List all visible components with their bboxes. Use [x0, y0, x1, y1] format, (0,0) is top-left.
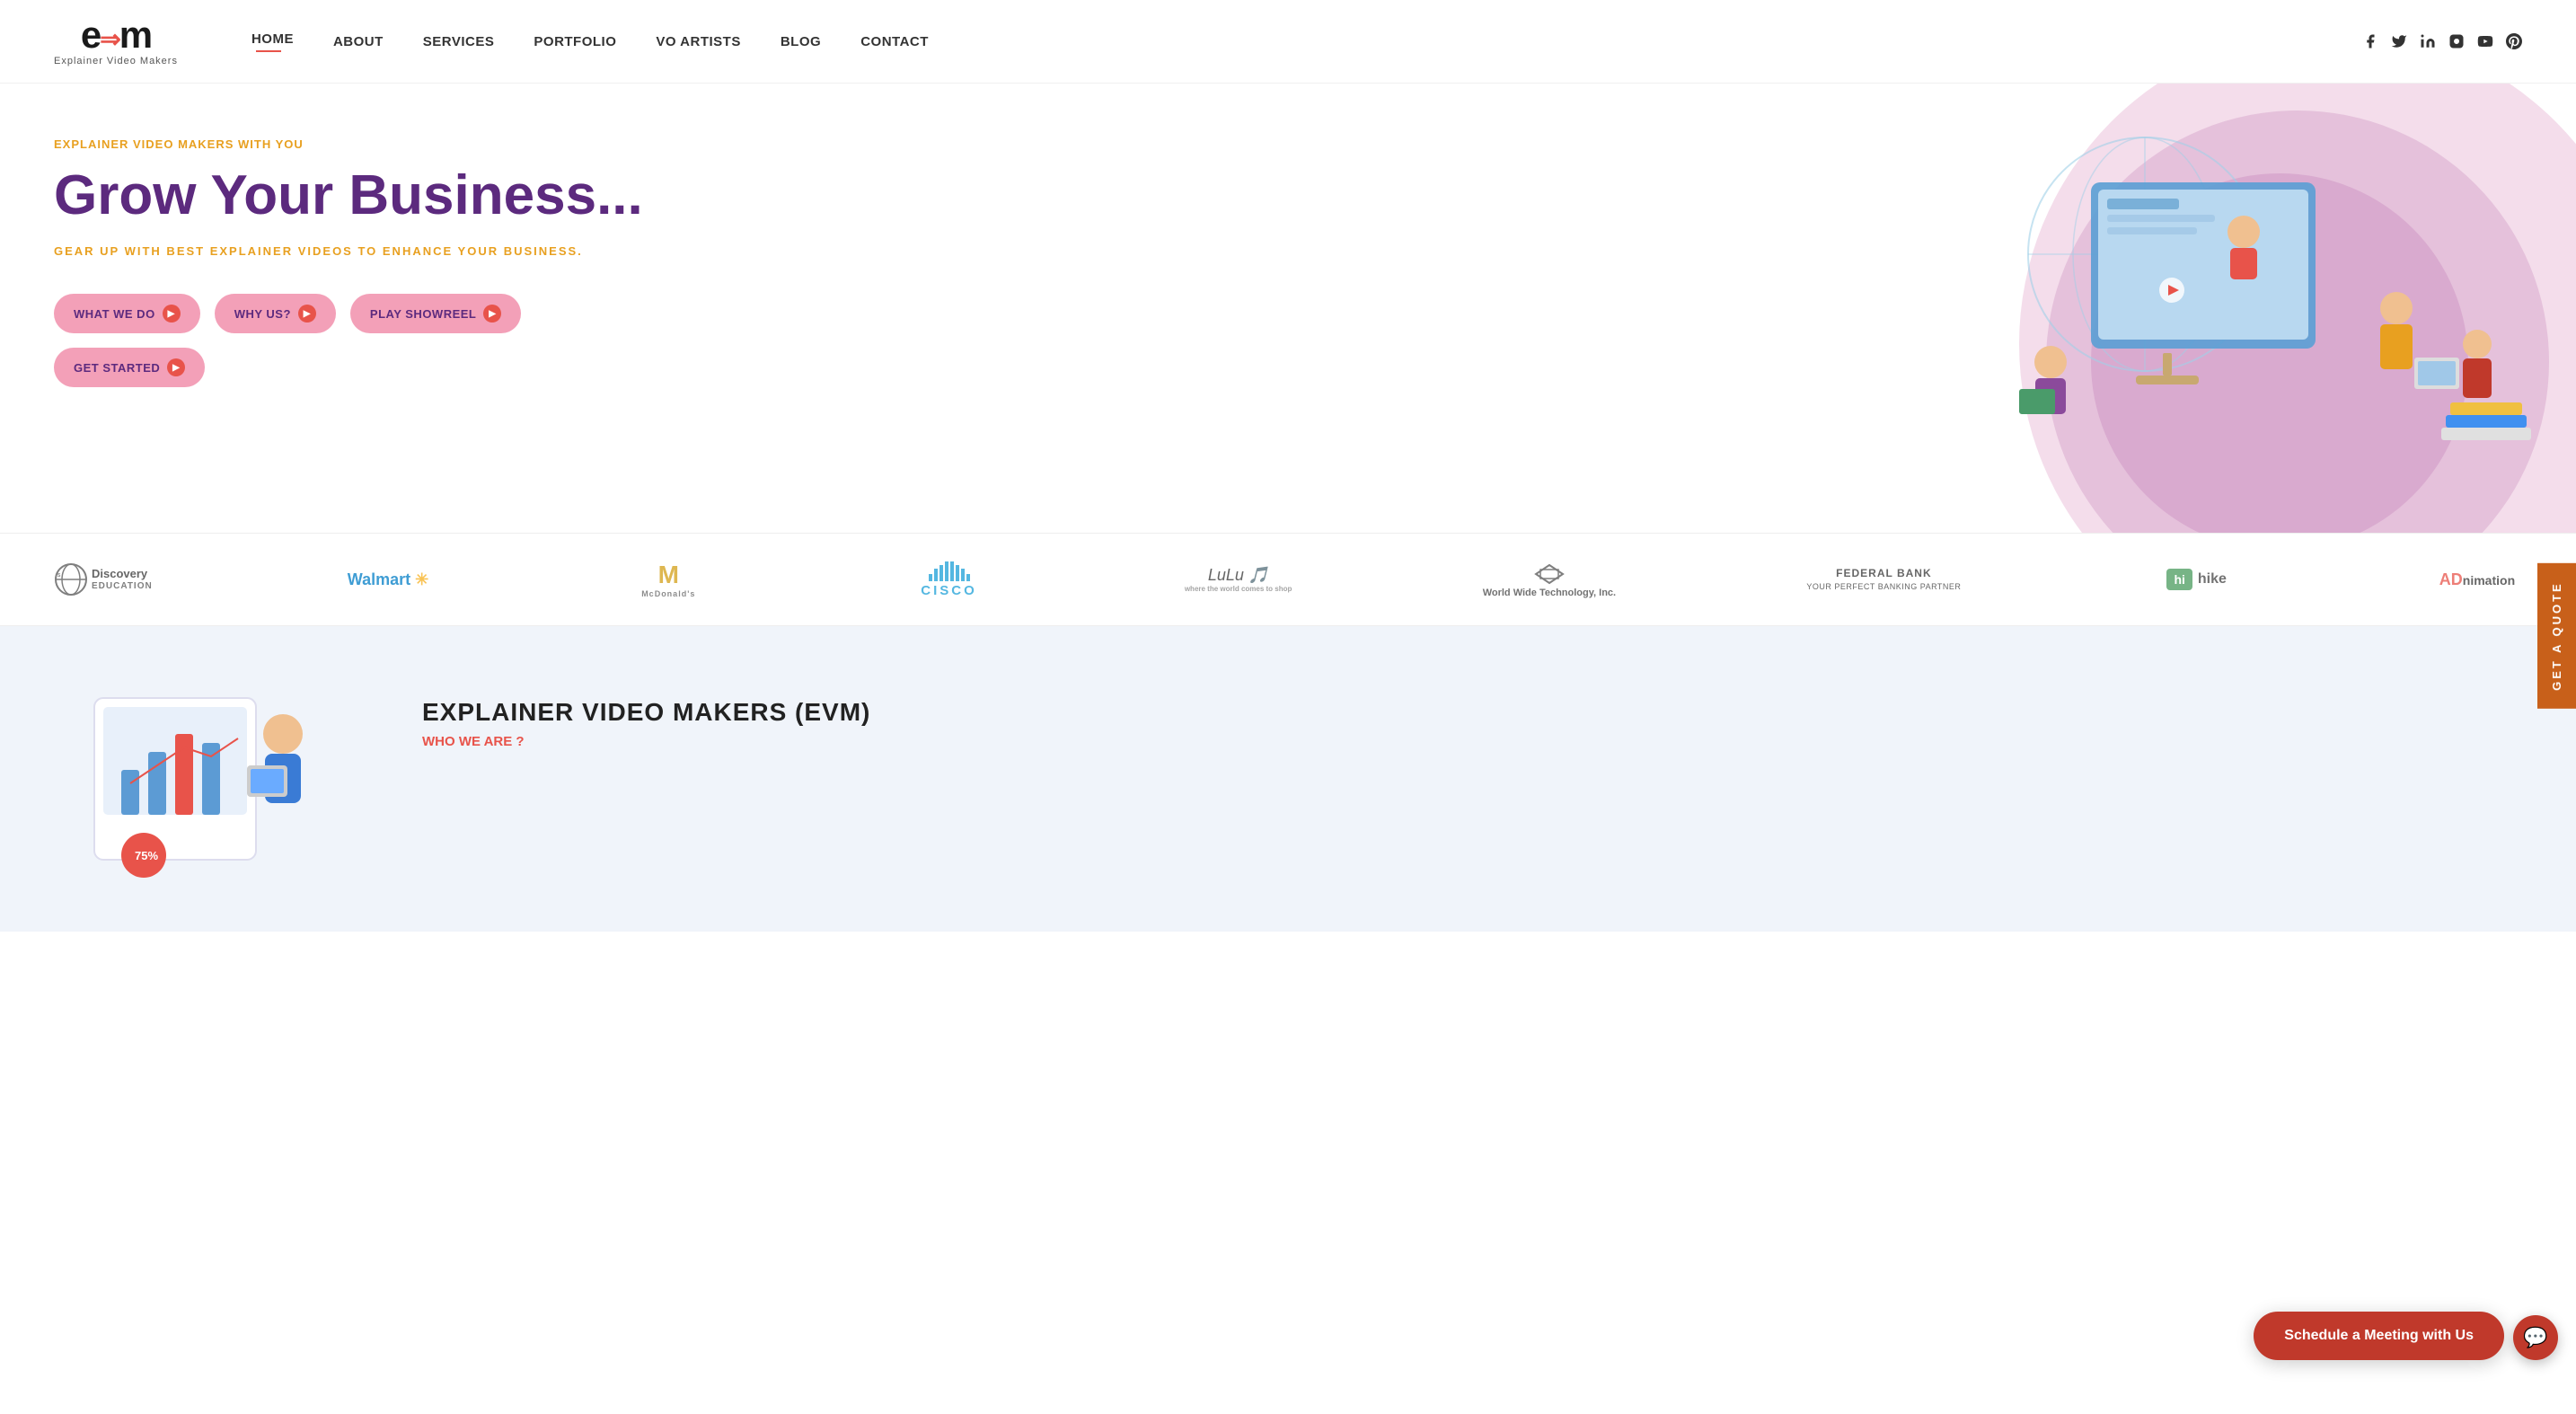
hero-content: EXPLAINER VIDEO MAKERS WITH YOU Grow You…	[54, 137, 683, 387]
client-walmart: Walmart ✳	[343, 570, 433, 589]
svg-text:75%: 75%	[135, 849, 158, 862]
mcdonalds-text: McDonald's	[641, 589, 695, 598]
hero-subtitle: EXPLAINER VIDEO MAKERS WITH YOU	[54, 137, 683, 151]
lulu-tagline: where the world comes to shop	[1185, 585, 1292, 593]
nav-portfolio[interactable]: PORTFOLIO	[514, 27, 636, 57]
hero-section: EXPLAINER VIDEO MAKERS WITH YOU Grow You…	[0, 84, 2576, 533]
what-we-do-button[interactable]: WHAT WE DO ▶	[54, 294, 200, 333]
section-who: WHO WE ARE ?	[422, 734, 2522, 749]
wwt-text: World Wide Technology, Inc.	[1483, 588, 1616, 598]
main-nav: HOME ABOUT SERVICES PORTFOLIO VO ARTISTS…	[232, 24, 2350, 59]
logo-text: e⇒m	[81, 16, 151, 54]
discovery-logo: S Discovery EDUCATION	[54, 562, 153, 597]
pinterest-icon[interactable]	[2506, 33, 2522, 49]
hero-illustration	[1965, 93, 2540, 488]
nav-blog[interactable]: BLOG	[761, 27, 841, 57]
social-links: 	[2350, 32, 2522, 51]
button-label: WHAT WE DO	[74, 307, 155, 321]
why-us-button[interactable]: WHY US? ▶	[215, 294, 336, 333]
button-label: PLAY SHOWREEL	[370, 307, 476, 321]
client-lulu: LuLu 🎵 where the world comes to shop	[1185, 566, 1292, 593]
walmart-text: Walmart ✳	[348, 570, 428, 589]
education-text: EDUCATION	[92, 581, 153, 591]
discovery-text: Discovery	[92, 568, 153, 580]
site-header: e⇒m Explainer Video Makers HOME ABOUT SE…	[0, 0, 2576, 84]
chat-button[interactable]: 💬	[2513, 1315, 2558, 1360]
hike-text: hike	[2198, 571, 2227, 588]
youtube-icon[interactable]	[2477, 33, 2493, 49]
play-showreel-button[interactable]: PLAY SHOWREEL ▶	[350, 294, 521, 333]
hero-buttons: WHAT WE DO ▶ WHY US? ▶ PLAY SHOWREEL ▶ G…	[54, 294, 683, 387]
svg-text:S: S	[57, 573, 61, 579]
hero-description: GEAR UP WITH BEST EXPLAINER VIDEOS TO EN…	[54, 244, 683, 258]
chat-icon: 💬	[2523, 1326, 2547, 1349]
adnimation-text: ADnimation	[2439, 570, 2515, 589]
get-started-button[interactable]: GET STARTED ▶	[54, 348, 205, 387]
button-label: WHY US?	[234, 307, 291, 321]
play-icon: ▶	[298, 305, 316, 323]
clients-section: S Discovery EDUCATION Walmart ✳ M McDona…	[0, 533, 2576, 626]
nav-services[interactable]: SERVICES	[403, 27, 515, 57]
logo-subtitle: Explainer Video Makers	[54, 56, 178, 66]
section-title: EXPLAINER VIDEO MAKERS (EVM)	[422, 698, 2522, 727]
hero-title: Grow Your Business...	[54, 165, 683, 226]
federal-text: FEDERAL BANKYOUR PERFECT BANKING PARTNER	[1806, 567, 1961, 592]
cisco-text: CISCO	[921, 583, 977, 598]
nav-home[interactable]: HOME	[232, 24, 313, 59]
lulu-text: LuLu 🎵	[1208, 566, 1268, 585]
logo[interactable]: e⇒m Explainer Video Makers	[54, 16, 178, 66]
hike-hi: hi	[2166, 569, 2192, 590]
cisco-bars	[929, 561, 970, 581]
instagram-icon[interactable]	[2448, 33, 2465, 49]
client-cisco: CISCO	[904, 561, 994, 598]
twitter-icon[interactable]	[2391, 33, 2407, 49]
client-hike: hi hike	[2152, 569, 2242, 590]
about-section: 75% EXPLAINER VIDEO MAKERS (EVM) WHO WE …	[0, 626, 2576, 932]
play-icon: ▶	[163, 305, 181, 323]
about-text: EXPLAINER VIDEO MAKERS (EVM) WHO WE ARE …	[422, 680, 2522, 878]
client-federal: FEDERAL BANKYOUR PERFECT BANKING PARTNER	[1806, 567, 1961, 592]
play-icon: ▶	[167, 358, 185, 376]
nav-about[interactable]: ABOUT	[313, 27, 403, 57]
play-icon: ▶	[483, 305, 501, 323]
mcdonalds-arches: M	[658, 561, 679, 589]
nav-vo-artists[interactable]: VO ARTISTS	[636, 27, 760, 57]
button-label: GET STARTED	[74, 361, 160, 375]
linkedin-icon[interactable]	[2420, 33, 2436, 49]
get-quote-button[interactable]: GET A QUOTE	[2537, 563, 2576, 709]
client-wwt: World Wide Technology, Inc.	[1483, 561, 1616, 598]
schedule-meeting-button[interactable]: Schedule a Meeting with Us	[2254, 1312, 2504, 1360]
about-illustration: 75%	[54, 680, 368, 878]
facebook-icon[interactable]	[2362, 33, 2378, 49]
client-discovery: S Discovery EDUCATION	[54, 562, 153, 597]
client-mcdonalds: M McDonald's	[623, 561, 713, 598]
client-adnimation: ADnimation	[2432, 570, 2522, 589]
nav-contact[interactable]: CONTACT	[841, 27, 948, 57]
